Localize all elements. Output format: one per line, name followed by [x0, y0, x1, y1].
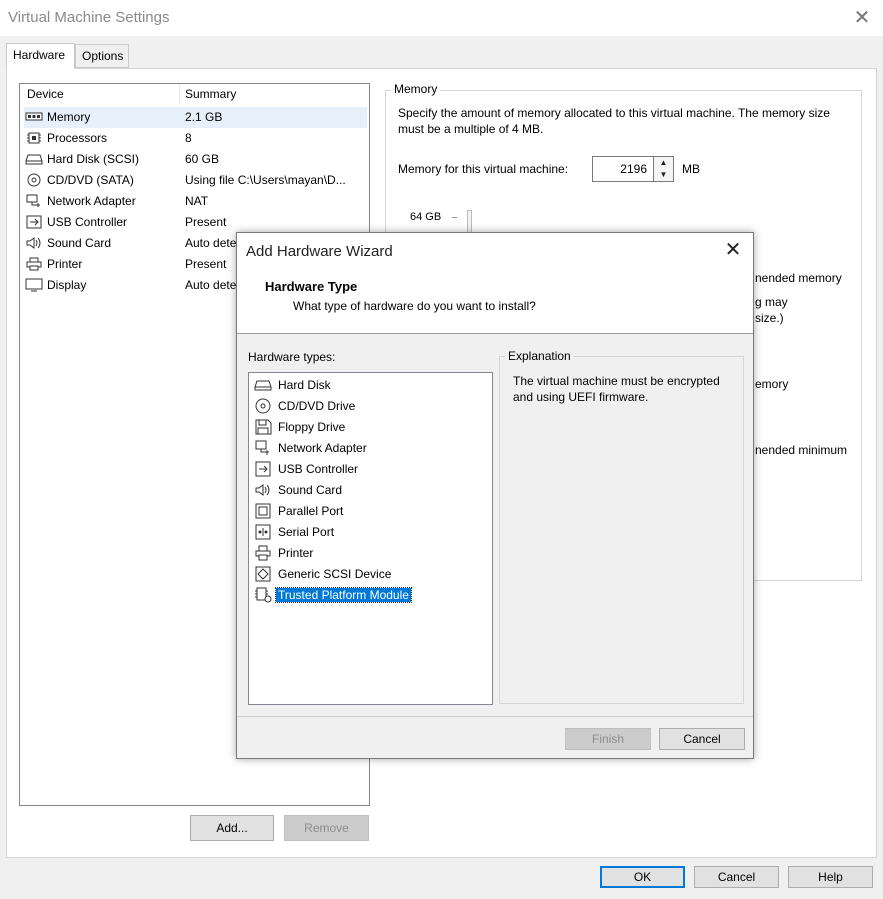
- wizard-title: Add Hardware Wizard: [246, 243, 393, 260]
- device-name: Printer: [47, 257, 83, 271]
- list-item-label: Network Adapter: [278, 441, 367, 455]
- add-button[interactable]: Add...: [190, 815, 274, 841]
- remove-button[interactable]: Remove: [284, 815, 369, 841]
- device-name: Sound Card: [47, 236, 112, 250]
- hardware-types-list[interactable]: Hard Disk CD/DVD Drive Floppy Drive Netw…: [248, 372, 493, 705]
- wizard-cancel-button[interactable]: Cancel: [659, 728, 745, 750]
- spin-down-icon[interactable]: ▼: [654, 169, 673, 181]
- device-row-processors[interactable]: Processors 8: [24, 128, 367, 149]
- device-name: Processors: [47, 131, 108, 145]
- add-hardware-wizard-dialog: Add Hardware Wizard ✕ Hardware Type What…: [236, 232, 754, 759]
- cd-dvd-icon: [255, 398, 271, 414]
- floppy-icon: [255, 419, 272, 435]
- help-button[interactable]: Help: [788, 866, 873, 888]
- list-item-label: USB Controller: [278, 462, 359, 476]
- list-item-label: Printer: [278, 546, 314, 560]
- serial-port-icon: [255, 524, 271, 540]
- device-summary: NAT: [185, 194, 209, 208]
- divider: [237, 716, 753, 717]
- column-divider: [179, 85, 180, 105]
- list-item-label: Serial Port: [278, 525, 335, 539]
- list-item-label: CD/DVD Drive: [278, 399, 356, 413]
- monitor-icon: [25, 278, 43, 292]
- memory-group-label: Memory: [391, 82, 441, 96]
- device-name: USB Controller: [47, 215, 128, 229]
- list-item-label: Floppy Drive: [278, 420, 346, 434]
- memory-text-fragment: size.): [755, 311, 784, 325]
- list-item-label: Sound Card: [278, 483, 343, 497]
- memory-text-fragment: emory: [755, 377, 789, 391]
- memory-field-label: Memory for this virtual machine:: [398, 162, 569, 176]
- device-summary: 2.1 GB: [185, 110, 223, 124]
- device-row-hard-disk[interactable]: Hard Disk (SCSI) 60 GB: [24, 149, 367, 170]
- close-icon[interactable]: ✕: [721, 238, 745, 262]
- device-name: Memory: [47, 110, 91, 124]
- device-row-network-adapter[interactable]: Network Adapter NAT: [24, 191, 367, 212]
- tpm-icon: [255, 587, 272, 603]
- window-title: Virtual Machine Settings: [8, 9, 170, 26]
- memory-text-fragment: nended memory: [755, 271, 842, 285]
- device-row-usb-controller[interactable]: USB Controller Present: [24, 212, 367, 233]
- explanation-group: [499, 356, 744, 704]
- usb-icon: [26, 215, 42, 229]
- memory-text-fragment: nended minimum: [755, 443, 848, 457]
- hardware-types-label: Hardware types:: [248, 350, 336, 364]
- tab-options[interactable]: Options: [75, 44, 129, 68]
- device-summary: Present: [185, 215, 227, 229]
- list-item-label: Parallel Port: [278, 504, 344, 518]
- wizard-heading: Hardware Type: [265, 279, 358, 294]
- device-summary: 8: [185, 131, 192, 145]
- cd-dvd-icon: [27, 173, 41, 187]
- device-row-cd-dvd[interactable]: CD/DVD (SATA) Using file C:\Users\mayan\…: [24, 170, 367, 191]
- tab-hardware[interactable]: Hardware: [6, 43, 75, 69]
- finish-button[interactable]: Finish: [565, 728, 651, 750]
- usb-icon: [255, 461, 271, 477]
- memory-input[interactable]: 2196: [592, 156, 654, 182]
- device-summary: Using file C:\Users\mayan\D...: [185, 173, 346, 187]
- list-item-label: Trusted Platform Module: [275, 587, 412, 603]
- device-name: Hard Disk (SCSI): [47, 152, 140, 166]
- cancel-button[interactable]: Cancel: [694, 866, 779, 888]
- parallel-port-icon: [255, 503, 271, 519]
- memory-icon: [25, 112, 43, 121]
- explanation-label: Explanation: [505, 349, 574, 363]
- device-summary: 60 GB: [185, 152, 220, 166]
- device-name: Network Adapter: [47, 194, 136, 208]
- hard-disk-icon: [25, 154, 43, 165]
- column-header-device[interactable]: Device: [27, 87, 64, 101]
- ok-button[interactable]: OK: [600, 866, 685, 888]
- speaker-icon: [26, 237, 41, 249]
- printer-icon: [26, 257, 42, 271]
- memory-scale-top-label: 64 GB: [410, 211, 442, 223]
- device-name: CD/DVD (SATA): [47, 173, 134, 187]
- network-adapter-icon: [26, 194, 40, 207]
- memory-text-fragment: g may: [755, 295, 788, 309]
- scale-tick: [452, 217, 457, 218]
- memory-description: Specify the amount of memory allocated t…: [398, 106, 830, 136]
- list-item-label: Generic SCSI Device: [278, 567, 392, 581]
- network-adapter-icon: [255, 440, 269, 455]
- speaker-icon: [255, 484, 270, 496]
- hard-disk-icon: [254, 380, 272, 391]
- explanation-text: The virtual machine must be encrypted an…: [513, 374, 720, 404]
- processor-icon: [27, 132, 41, 144]
- memory-unit: MB: [682, 162, 700, 176]
- scsi-icon: [255, 566, 271, 582]
- list-item-label: Hard Disk: [278, 378, 331, 392]
- device-row-memory[interactable]: Memory 2.1 GB: [24, 107, 367, 128]
- column-header-summary[interactable]: Summary: [185, 87, 236, 101]
- close-icon[interactable]: ✕: [848, 6, 876, 30]
- memory-stepper[interactable]: ▲ ▼: [654, 156, 674, 182]
- wizard-subheading: What type of hardware do you want to ins…: [293, 299, 536, 313]
- printer-icon: [255, 545, 271, 561]
- spin-up-icon[interactable]: ▲: [654, 157, 673, 169]
- device-name: Display: [47, 278, 87, 292]
